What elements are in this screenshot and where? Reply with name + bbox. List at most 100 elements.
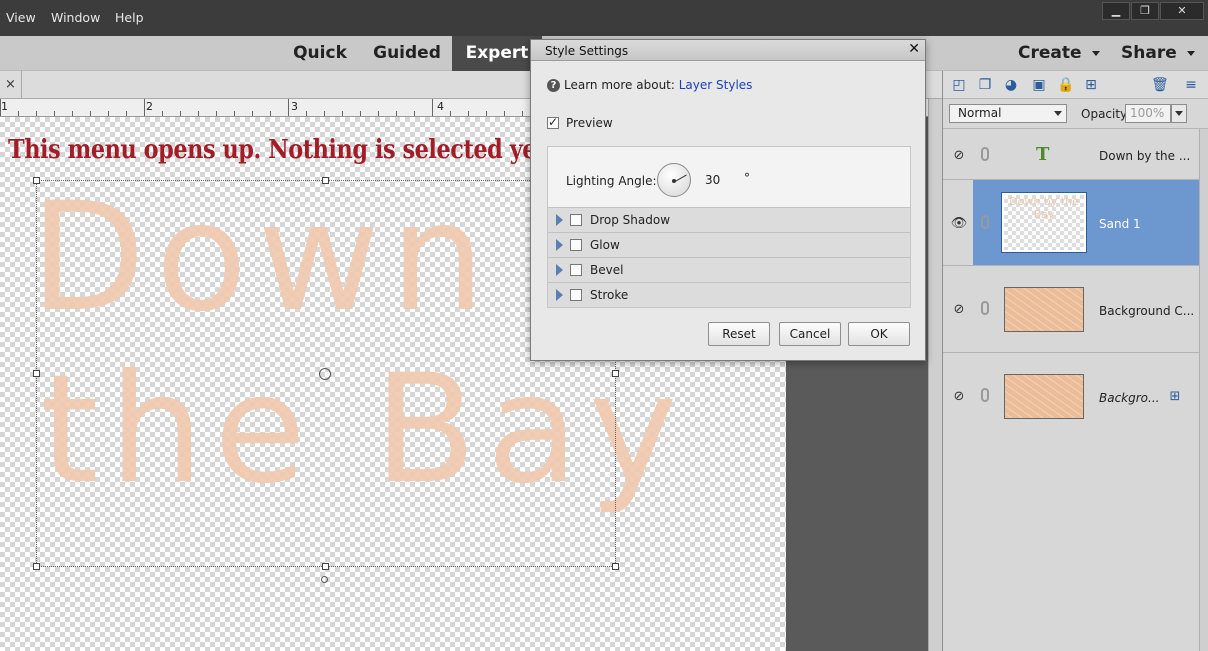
link-icon[interactable] bbox=[981, 147, 989, 161]
ruler-tick bbox=[36, 111, 37, 116]
transform-handle[interactable] bbox=[33, 563, 40, 570]
create-label: Create bbox=[1018, 43, 1082, 63]
lock-all-icon[interactable]: 🔒 bbox=[1057, 77, 1074, 93]
dialog-title-bar[interactable]: Style Settings ✕ bbox=[531, 40, 925, 61]
minimize-button[interactable]: ▁ bbox=[1102, 2, 1130, 20]
expand-arrow-icon[interactable] bbox=[556, 239, 563, 251]
hidden-eye-icon[interactable]: ⊘ bbox=[950, 148, 968, 163]
menu-help[interactable]: Help bbox=[115, 10, 144, 25]
tab-guided[interactable]: Guided bbox=[367, 36, 447, 71]
effect-row-drop-shadow[interactable]: Drop Shadow bbox=[548, 207, 910, 232]
ruler-tick bbox=[126, 111, 127, 116]
tab-expert[interactable]: Expert bbox=[452, 36, 542, 71]
menu-bar: View Window Help ▁ ❐ ✕ bbox=[0, 0, 1208, 36]
ruler-tick bbox=[252, 111, 253, 116]
menu-window[interactable]: Window bbox=[51, 10, 100, 25]
lighting-angle-value[interactable]: 30 bbox=[705, 173, 720, 187]
effect-label: Drop Shadow bbox=[590, 213, 671, 227]
ruler-tick bbox=[72, 111, 73, 116]
ok-button[interactable]: OK bbox=[848, 322, 910, 346]
drop-shadow-checkbox[interactable] bbox=[570, 214, 582, 226]
layer-thumbnail bbox=[1004, 374, 1084, 419]
transform-handle[interactable] bbox=[33, 370, 40, 377]
share-label: Share bbox=[1121, 43, 1177, 63]
dial-needle bbox=[675, 174, 687, 182]
close-window-button[interactable]: ✕ bbox=[1160, 2, 1204, 20]
ruler-tick bbox=[90, 111, 91, 116]
glow-checkbox[interactable] bbox=[570, 239, 582, 251]
share-menu[interactable]: Share bbox=[1121, 36, 1195, 71]
ruler-tick bbox=[414, 111, 415, 116]
preview-label: Preview bbox=[566, 116, 613, 130]
ruler-tick bbox=[522, 111, 523, 116]
style-settings-dialog: Style Settings ✕ ? Learn more about: Lay… bbox=[530, 39, 926, 361]
adjustment-layer-icon[interactable]: ◕ bbox=[1003, 77, 1019, 93]
opacity-input[interactable]: 100% bbox=[1125, 104, 1171, 123]
transform-handle[interactable] bbox=[33, 177, 40, 184]
panel-menu-icon[interactable]: ≡ bbox=[1183, 77, 1199, 93]
stroke-checkbox[interactable] bbox=[570, 289, 582, 301]
menu-view[interactable]: View bbox=[6, 10, 36, 25]
new-group-icon[interactable]: ❐ bbox=[977, 77, 993, 93]
link-icon[interactable] bbox=[981, 215, 989, 229]
tab-quick[interactable]: Quick bbox=[284, 36, 356, 71]
effect-label: Stroke bbox=[590, 288, 629, 302]
preview-checkbox[interactable] bbox=[547, 115, 559, 129]
layer-styles-link[interactable]: Layer Styles bbox=[679, 78, 753, 92]
new-layer-icon[interactable]: ◰ bbox=[951, 77, 967, 93]
bevel-checkbox[interactable] bbox=[570, 264, 582, 276]
layer-row-background[interactable]: ⊘ Backgro... ⊞ bbox=[943, 353, 1199, 440]
ruler-tick bbox=[288, 99, 289, 116]
link-icon[interactable] bbox=[981, 301, 989, 315]
transform-handle[interactable] bbox=[612, 563, 619, 570]
close-document-button[interactable]: × bbox=[0, 71, 22, 99]
layer-row-sand[interactable]: 👁 Down by the Bay Sand 1 bbox=[943, 180, 1199, 266]
effect-label: Bevel bbox=[590, 263, 624, 277]
hidden-eye-icon[interactable]: ⊘ bbox=[950, 302, 968, 317]
transform-handle[interactable] bbox=[322, 177, 329, 184]
lighting-angle-label: Lighting Angle: bbox=[566, 174, 657, 188]
transform-handle[interactable] bbox=[322, 563, 329, 570]
reference-point-icon[interactable] bbox=[319, 368, 331, 380]
ruler-tick bbox=[162, 111, 163, 116]
close-icon[interactable]: ✕ bbox=[908, 41, 920, 57]
expand-arrow-icon[interactable] bbox=[556, 214, 563, 226]
opacity-label: Opacity: bbox=[1081, 107, 1131, 121]
layer-row-text[interactable]: ⊘ T Down by the ... bbox=[943, 129, 1199, 180]
lock-transparent-icon[interactable]: ⊞ bbox=[1083, 77, 1099, 93]
expand-arrow-icon[interactable] bbox=[556, 289, 563, 301]
layer-name: Sand 1 bbox=[1099, 217, 1141, 231]
layer-row-background-copy[interactable]: ⊘ Background C... bbox=[943, 266, 1199, 353]
ruler-tick bbox=[216, 111, 217, 116]
canvas-vertical-scrollbar[interactable] bbox=[928, 99, 942, 651]
layers-scrollbar[interactable] bbox=[1199, 129, 1208, 651]
ruler-tick bbox=[504, 111, 505, 116]
transform-handle[interactable] bbox=[612, 370, 619, 377]
rotate-handle-icon[interactable] bbox=[321, 576, 328, 583]
eye-icon[interactable]: 👁 bbox=[950, 216, 968, 231]
blend-mode-select[interactable]: Normal bbox=[949, 104, 1067, 123]
effect-row-bevel[interactable]: Bevel bbox=[548, 257, 910, 282]
layers-toolbar: ◰ ❐ ◕ ▣ 🔒 ⊞ 🗑 ≡ bbox=[943, 71, 1208, 99]
reset-button[interactable]: Reset bbox=[708, 322, 770, 346]
hidden-eye-icon[interactable]: ⊘ bbox=[950, 389, 968, 404]
create-menu[interactable]: Create bbox=[1018, 36, 1100, 71]
layers-panel: ◰ ❐ ◕ ▣ 🔒 ⊞ 🗑 ≡ Normal Opacity: 100% ⊘ T… bbox=[942, 71, 1208, 651]
chevron-down-icon bbox=[1054, 111, 1062, 116]
restore-button[interactable]: ❐ bbox=[1131, 2, 1159, 20]
cancel-button[interactable]: Cancel bbox=[779, 322, 841, 346]
trash-icon[interactable]: 🗑 bbox=[1151, 77, 1169, 93]
expand-arrow-icon[interactable] bbox=[556, 264, 563, 276]
text-layer-icon: T bbox=[1036, 144, 1050, 165]
link-icon[interactable] bbox=[981, 388, 989, 402]
effect-row-glow[interactable]: Glow bbox=[548, 232, 910, 257]
help-icon: ? bbox=[547, 79, 560, 92]
lock-icon[interactable]: ⊞ bbox=[1167, 389, 1183, 405]
opacity-dropdown-button[interactable] bbox=[1171, 104, 1187, 123]
effects-panel: Lighting Angle: 30 ° Drop Shadow Glow Be… bbox=[547, 146, 911, 308]
ruler-tick bbox=[0, 99, 1, 116]
layer-name: Backgro... bbox=[1099, 391, 1160, 405]
effect-row-stroke[interactable]: Stroke bbox=[548, 282, 910, 307]
layer-mask-icon[interactable]: ▣ bbox=[1031, 77, 1047, 93]
angle-dial[interactable] bbox=[657, 163, 691, 197]
